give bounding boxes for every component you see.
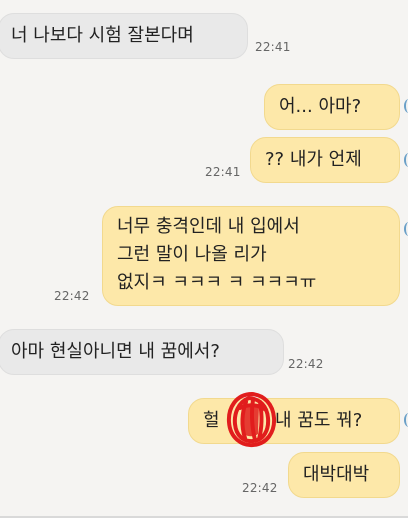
message-text-end: 내 꿈도 꿔? — [275, 410, 363, 431]
message-text-line: 그런 말이 나올 리가 — [117, 244, 267, 265]
chat-conversation: 너 나보다 시험 잘본다며 22:41 어... 아마? ?? 내가 언제 22… — [0, 0, 408, 518]
message-bubble-outgoing[interactable]: 대박대박 — [288, 452, 400, 498]
message-timestamp: 22:42 — [288, 357, 324, 371]
edge-indicator-icon — [404, 222, 408, 236]
message-text: ?? 내가 언제 — [265, 149, 362, 170]
message-text: 대박대박 — [303, 464, 370, 485]
message-timestamp: 22:42 — [54, 289, 90, 303]
message-text-line: 없지ㅋ ㅋㅋㅋ ㅋ ㅋㅋㅋㅠ — [117, 272, 317, 293]
message-text: 아마 현실아니면 내 꿈에서? — [11, 341, 220, 362]
message-timestamp: 22:41 — [205, 165, 241, 179]
message-timestamp: 22:42 — [242, 481, 278, 495]
message-text-line: 너무 충격인데 내 입에서 — [117, 216, 300, 237]
message-bubble-incoming[interactable]: 아마 현실아니면 내 꿈에서? — [0, 329, 284, 375]
edge-indicator-icon — [404, 413, 408, 427]
message-bubble-incoming[interactable]: 너 나보다 시험 잘본다며 — [0, 13, 248, 59]
edge-indicator-icon — [404, 153, 408, 167]
edge-indicator-icon — [404, 99, 408, 113]
message-bubble-outgoing[interactable]: 헐 내 꿈도 꿔? — [188, 398, 400, 444]
message-bubble-outgoing[interactable]: 너무 충격인데 내 입에서 그런 말이 나올 리가 없지ㅋ ㅋㅋㅋ ㅋ ㅋㅋㅋㅠ — [102, 206, 400, 306]
message-text: 어... 아마? — [279, 96, 362, 117]
message-timestamp: 22:41 — [255, 40, 291, 54]
message-text: 너 나보다 시험 잘본다며 — [11, 25, 194, 46]
message-bubble-outgoing[interactable]: ?? 내가 언제 — [250, 137, 400, 183]
message-bubble-outgoing[interactable]: 어... 아마? — [264, 84, 400, 130]
message-text-start: 헐 — [203, 410, 220, 431]
